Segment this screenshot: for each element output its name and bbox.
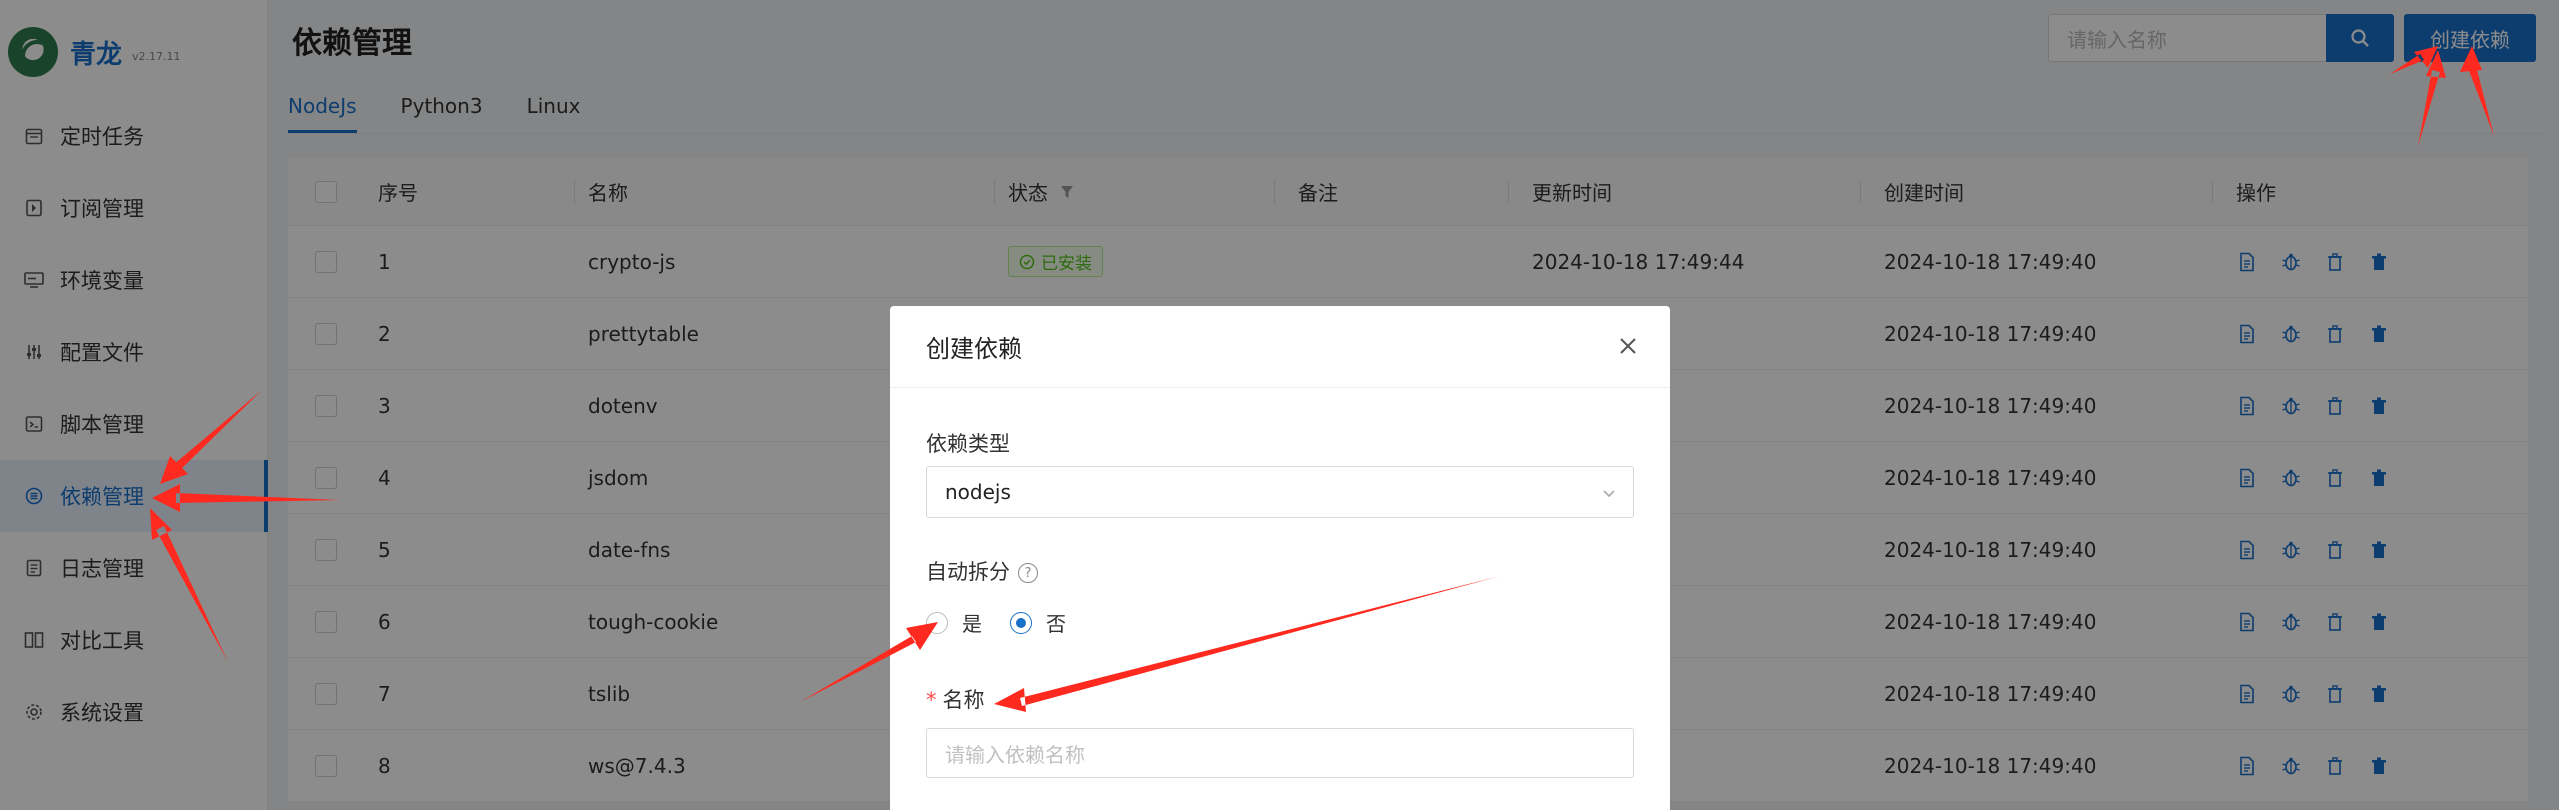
auto-split-no-radio[interactable] xyxy=(1010,611,1032,634)
required-marker: * xyxy=(926,688,937,712)
dependency-type-select[interactable]: nodejs xyxy=(926,466,1634,518)
dependency-type-value: nodejs xyxy=(945,480,1011,504)
auto-split-no-label[interactable]: 否 xyxy=(1046,608,1066,637)
auto-split-label: 自动拆分? xyxy=(926,556,1038,586)
dependency-type-label: 依赖类型 xyxy=(926,432,1010,456)
create-dependency-modal: 创建依赖 依赖类型 nodejs 自动拆分? 是 否 * 名称 请输入依赖名称 xyxy=(890,306,1670,810)
auto-split-yes-label[interactable]: 是 xyxy=(962,608,982,637)
name-label-text: 名称 xyxy=(942,688,985,712)
modal-title: 创建依赖 xyxy=(926,335,1022,363)
auto-split-yes-radio[interactable] xyxy=(926,611,948,634)
chevron-down-icon xyxy=(1603,490,1615,498)
auto-split-text: 自动拆分 xyxy=(926,560,1010,584)
modal-header: 创建依赖 xyxy=(890,306,1670,388)
name-field-label: * 名称 xyxy=(926,684,985,714)
help-icon[interactable]: ? xyxy=(1018,563,1038,583)
auto-split-radio-group: 是 否 xyxy=(926,608,1066,637)
dependency-name-input[interactable]: 请输入依赖名称 xyxy=(926,728,1634,778)
close-icon[interactable] xyxy=(1614,332,1642,360)
